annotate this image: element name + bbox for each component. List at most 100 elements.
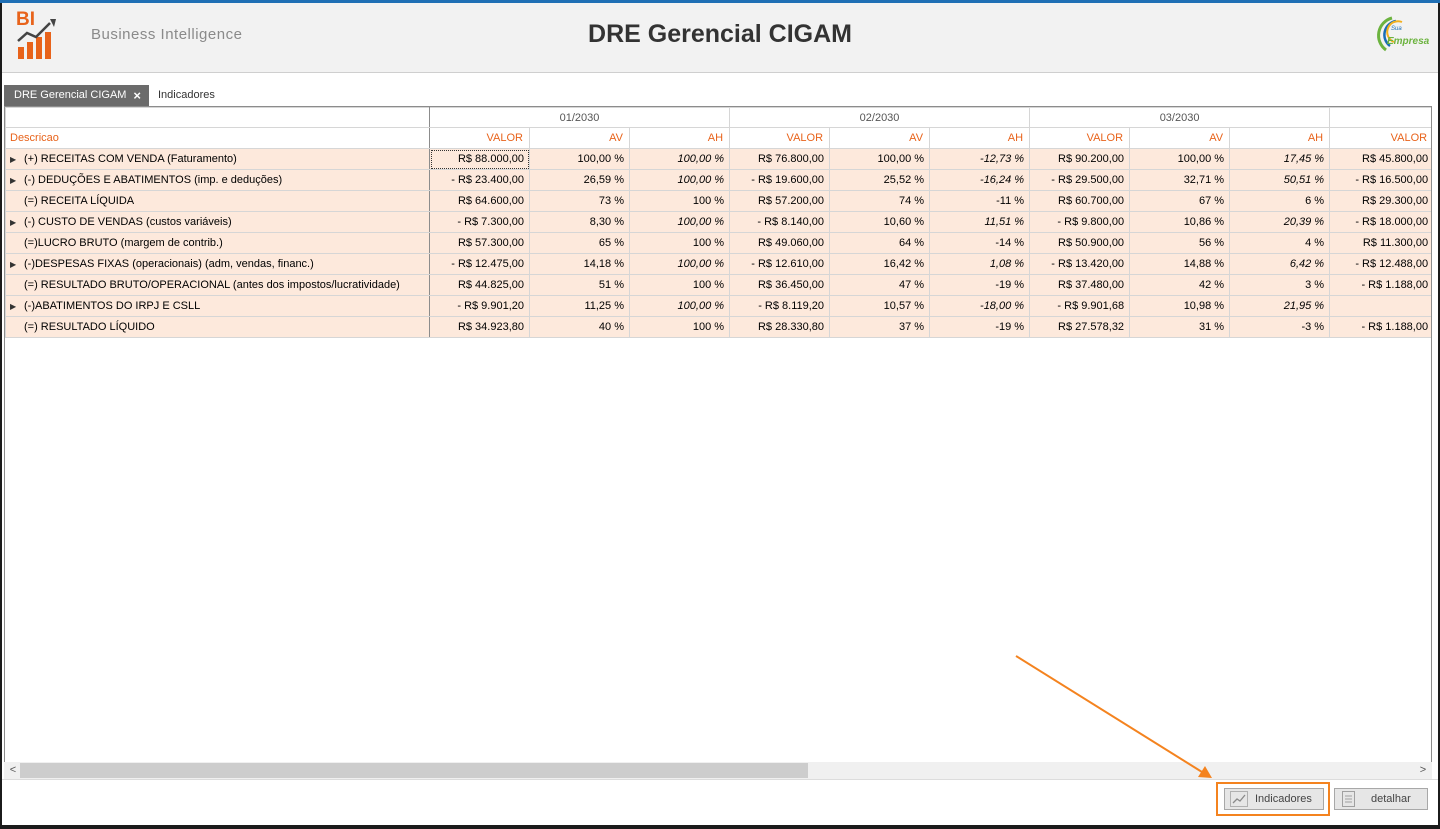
cell-ah[interactable]: 100,00 %	[628, 148, 731, 170]
cell-ah[interactable]: 100 %	[628, 232, 731, 254]
cell-av[interactable]: 14,88 %	[1129, 253, 1231, 275]
cell-ah[interactable]: 11,51 %	[929, 211, 1031, 233]
cell-valor[interactable]: R$ 60.700,00	[1029, 190, 1131, 212]
cell-av[interactable]: 14,18 %	[529, 253, 630, 275]
cell-ah[interactable]: 100 %	[628, 316, 731, 338]
cell-av[interactable]: 31 %	[1129, 316, 1231, 338]
column-header-ah[interactable]: AH	[1229, 127, 1331, 149]
expand-arrow-icon[interactable]: ▶	[10, 218, 24, 227]
cell-valor[interactable]: R$ 49.060,00	[729, 232, 831, 254]
cell-ah[interactable]: 50,51 %	[1229, 169, 1331, 191]
cell-ah[interactable]: 6,42 %	[1229, 253, 1331, 275]
cell-av[interactable]: 74 %	[829, 190, 931, 212]
cell-valor[interactable]: R$ 37.480,00	[1029, 274, 1131, 296]
cell-av[interactable]: 40 %	[529, 316, 630, 338]
cell-av[interactable]: 67 %	[1129, 190, 1231, 212]
cell-valor[interactable]: R$ 90.200,00	[1029, 148, 1131, 170]
cell-av[interactable]: 16,42 %	[829, 253, 931, 275]
cell-valor[interactable]: - R$ 19.600,00	[729, 169, 831, 191]
cell-av[interactable]: 100,00 %	[1129, 148, 1231, 170]
cell-valor[interactable]: - R$ 13.420,00	[1029, 253, 1131, 275]
column-header-av[interactable]: AV	[1129, 127, 1231, 149]
expand-arrow-icon[interactable]: ▶	[10, 302, 24, 311]
cell-valor[interactable]: R$ 28.330,80	[729, 316, 831, 338]
row-descricao[interactable]: ▶(=) RESULTADO BRUTO/OPERACIONAL (antes …	[5, 274, 430, 296]
cell-ah[interactable]: 21,95 %	[1229, 295, 1331, 317]
tab-dre-gerencial[interactable]: DRE Gerencial CIGAM ×	[4, 85, 149, 106]
period-header[interactable]: 01/2030	[428, 107, 731, 128]
close-icon[interactable]: ×	[133, 85, 141, 106]
cell-valor[interactable]: - R$ 16.500,00	[1329, 169, 1431, 191]
cell-valor[interactable]: R$ 57.300,00	[429, 232, 530, 254]
cell-valor[interactable]	[1329, 295, 1431, 317]
cell-av[interactable]: 10,60 %	[829, 211, 931, 233]
cell-ah[interactable]: -3 %	[1229, 316, 1331, 338]
cell-av[interactable]: 11,25 %	[529, 295, 630, 317]
cell-ah[interactable]: 100,00 %	[628, 295, 731, 317]
cell-av[interactable]: 64 %	[829, 232, 931, 254]
cell-av[interactable]: 10,57 %	[829, 295, 931, 317]
table-row[interactable]: ▶ (-)DESPESAS FIXAS (operacionais) (adm, …	[5, 253, 1431, 275]
row-descricao[interactable]: ▶ (-)DESPESAS FIXAS (operacionais) (adm, …	[5, 253, 430, 275]
expand-arrow-icon[interactable]: ▶	[10, 176, 24, 185]
cell-valor[interactable]: - R$ 12.610,00	[729, 253, 831, 275]
cell-valor[interactable]: - R$ 18.000,00	[1329, 211, 1431, 233]
column-header-ah[interactable]: AH	[929, 127, 1031, 149]
cell-ah[interactable]: -11 %	[929, 190, 1031, 212]
cell-av[interactable]: 10,86 %	[1129, 211, 1231, 233]
column-header-valor[interactable]: VALOR	[429, 127, 530, 149]
cell-av[interactable]: 73 %	[529, 190, 630, 212]
table-row[interactable]: ▶(=)LUCRO BRUTO (margem de contrib.)R$ 5…	[5, 232, 1431, 254]
cell-valor[interactable]: - R$ 9.800,00	[1029, 211, 1131, 233]
cell-ah[interactable]: 100 %	[628, 190, 731, 212]
cell-valor[interactable]: - R$ 8.119,20	[729, 295, 831, 317]
column-header-valor[interactable]: VALOR	[1329, 127, 1431, 149]
cell-valor[interactable]: - R$ 23.400,00	[429, 169, 530, 191]
cell-valor[interactable]: - R$ 1.188,00	[1329, 316, 1431, 338]
column-header-valor[interactable]: VALOR	[729, 127, 831, 149]
cell-valor[interactable]: R$ 45.800,00	[1329, 148, 1431, 170]
cell-ah[interactable]: 17,45 %	[1229, 148, 1331, 170]
row-descricao[interactable]: ▶ (-) DEDUÇÕES E ABATIMENTOS (imp. e dedu…	[5, 169, 430, 191]
cell-valor[interactable]: R$ 50.900,00	[1029, 232, 1131, 254]
cell-av[interactable]: 100,00 %	[529, 148, 630, 170]
cell-av[interactable]: 10,98 %	[1129, 295, 1231, 317]
row-descricao[interactable]: ▶ (-)ABATIMENTOS DO IRPJ E CSLL	[5, 295, 430, 317]
cell-valor[interactable]: - R$ 1.188,00	[1329, 274, 1431, 296]
period-header[interactable]: 02/2030	[729, 107, 1031, 128]
cell-ah[interactable]: 1,08 %	[929, 253, 1031, 275]
cell-ah[interactable]: 6 %	[1229, 190, 1331, 212]
cell-av[interactable]: 25,52 %	[829, 169, 931, 191]
cell-av[interactable]: 56 %	[1129, 232, 1231, 254]
expand-arrow-icon[interactable]: ▶	[10, 155, 24, 164]
cell-valor[interactable]: R$ 57.200,00	[729, 190, 831, 212]
expand-arrow-icon[interactable]: ▶	[10, 260, 24, 269]
cell-av[interactable]: 37 %	[829, 316, 931, 338]
cell-av[interactable]: 47 %	[829, 274, 931, 296]
tab-indicadores[interactable]: Indicadores	[158, 85, 215, 106]
cell-av[interactable]: 26,59 %	[529, 169, 630, 191]
cell-valor[interactable]: R$ 11.300,00	[1329, 232, 1431, 254]
row-descricao[interactable]: ▶(=) RECEITA LÍQUIDA	[5, 190, 430, 212]
table-row[interactable]: ▶(=) RESULTADO BRUTO/OPERACIONAL (antes …	[5, 274, 1431, 296]
table-row[interactable]: ▶ (-)ABATIMENTOS DO IRPJ E CSLL - R$ 9.901…	[5, 295, 1431, 317]
row-descricao[interactable]: ▶(=) RESULTADO LÍQUIDO	[5, 316, 430, 338]
cell-valor[interactable]: - R$ 9.901,68	[1029, 295, 1131, 317]
table-row[interactable]: ▶ (-) CUSTO DE VENDAS (custos variáveis) -…	[5, 211, 1431, 233]
cell-av[interactable]: 65 %	[529, 232, 630, 254]
cell-valor[interactable]: R$ 64.600,00	[429, 190, 530, 212]
cell-valor[interactable]: - R$ 8.140,00	[729, 211, 831, 233]
cell-ah[interactable]: 4 %	[1229, 232, 1331, 254]
column-header-av[interactable]: AV	[829, 127, 931, 149]
row-descricao[interactable]: ▶(=)LUCRO BRUTO (margem de contrib.)	[5, 232, 430, 254]
scroll-right-icon[interactable]: >	[1416, 762, 1430, 779]
cell-ah[interactable]: 100,00 %	[628, 211, 731, 233]
row-descricao[interactable]: ▶ (-) CUSTO DE VENDAS (custos variáveis)	[5, 211, 430, 233]
table-row[interactable]: ▶ (+) RECEITAS COM VENDA (Faturamento) R$ …	[5, 148, 1431, 170]
cell-av[interactable]: 100,00 %	[829, 148, 931, 170]
cell-ah[interactable]: -12,73 %	[929, 148, 1031, 170]
cell-av[interactable]: 51 %	[529, 274, 630, 296]
cell-valor[interactable]: R$ 29.300,00	[1329, 190, 1431, 212]
cell-ah[interactable]: 100 %	[628, 274, 731, 296]
cell-av[interactable]: 42 %	[1129, 274, 1231, 296]
